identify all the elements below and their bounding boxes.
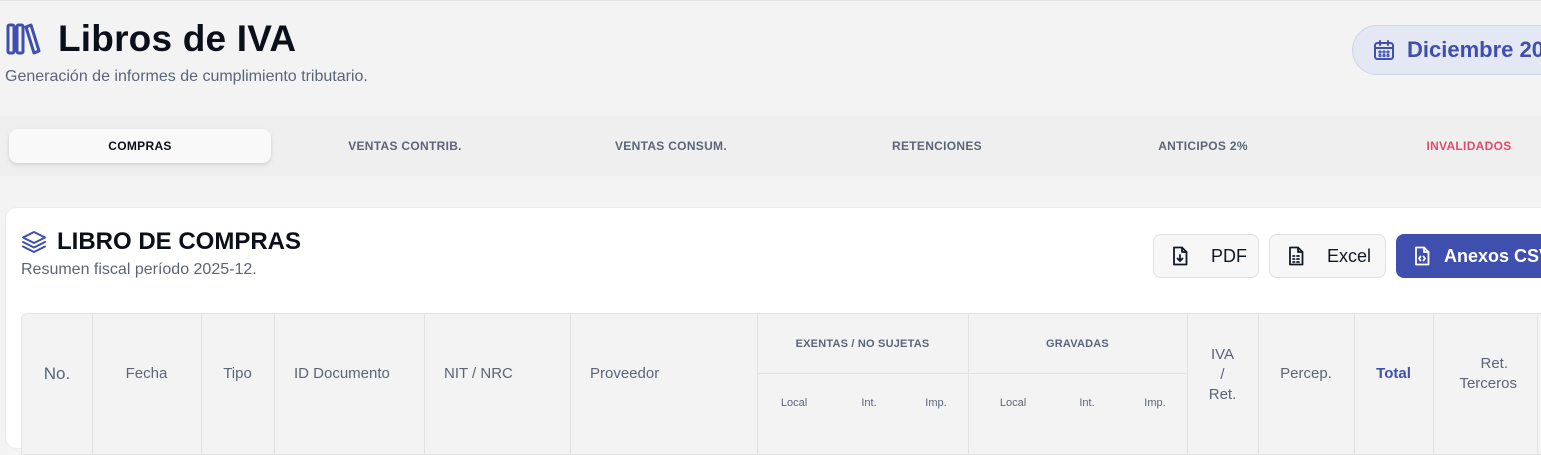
- tab-ventas-consum[interactable]: VENTAS CONSUM.: [540, 129, 802, 163]
- layers-icon: [22, 231, 46, 253]
- col-nit-nrc: NIT / NRC: [444, 365, 513, 382]
- file-code-icon: [1415, 246, 1430, 266]
- table-header: No. Fecha Tipo ID Documento NIT / NRC Pr…: [21, 313, 1541, 455]
- tab-compras[interactable]: COMPRAS: [9, 129, 271, 163]
- col-iva-ret-line3: Ret.: [1208, 386, 1237, 403]
- export-pdf-label: PDF: [1211, 245, 1247, 266]
- period-selector-button[interactable]: Diciembre 2025: [1352, 25, 1541, 75]
- col-id-documento: ID Documento: [294, 365, 390, 382]
- col-exentas-int: Int.: [861, 397, 877, 409]
- top-divider: [0, 0, 1541, 1]
- page-subtitle: Generación de informes de cumplimiento t…: [5, 68, 368, 85]
- col-iva-ret: IVA / Ret.: [1187, 342, 1258, 408]
- page-header: Libros de IVA Generación de informes de …: [5, 18, 368, 86]
- col-iva-ret-line2: /: [1220, 366, 1225, 383]
- book-tabs: COMPRAS VENTAS CONTRIB. VENTAS CONSUM. R…: [0, 116, 1541, 176]
- col-gravadas-int: Int.: [1079, 397, 1095, 409]
- export-csv-annex-button[interactable]: Anexos CSV: [1396, 234, 1541, 278]
- col-gravadas-imp: Imp.: [1144, 397, 1166, 409]
- col-percep: Percep.: [1280, 365, 1332, 382]
- card-title: LIBRO DE COMPRAS: [57, 228, 302, 255]
- export-excel-label: Excel: [1327, 245, 1372, 266]
- col-exentas-local: Local: [780, 397, 808, 409]
- card-subtitle: Resumen fiscal período 2025-12.: [21, 261, 257, 278]
- libro-compras-card: LIBRO DE COMPRAS Resumen fiscal período …: [5, 207, 1541, 455]
- col-exentas-imp: Imp.: [925, 397, 947, 409]
- export-pdf-button[interactable]: PDF: [1153, 234, 1259, 278]
- col-ret-terceros-line2: Terceros: [1459, 375, 1517, 392]
- group-gravadas: GRAVADAS: [1046, 337, 1109, 350]
- export-csv-label: Anexos CSV: [1444, 245, 1541, 266]
- period-label: Diciembre 2025: [1407, 37, 1541, 62]
- export-excel-button[interactable]: Excel: [1269, 234, 1386, 278]
- tab-retenciones[interactable]: RETENCIONES: [806, 129, 1068, 163]
- tab-ventas-contrib[interactable]: VENTAS CONTRIB.: [274, 129, 536, 163]
- group-exentas: EXENTAS / NO SUJETAS: [795, 337, 930, 350]
- col-tipo: Tipo: [223, 365, 252, 382]
- col-total: Total: [1376, 365, 1411, 382]
- file-download-icon: [1173, 246, 1188, 266]
- col-no: No.: [43, 364, 71, 383]
- col-ret-terceros: Ret. Terceros: [1433, 352, 1537, 396]
- tab-anticipos[interactable]: ANTICIPOS 2%: [1072, 129, 1334, 163]
- col-ret-terceros-line1: Ret.: [1480, 355, 1508, 372]
- page-title: Libros de IVA: [58, 18, 297, 59]
- calendar-icon: [1374, 40, 1394, 60]
- col-gravadas-local: Local: [999, 397, 1027, 409]
- col-iva-ret-line1: IVA: [1210, 346, 1235, 363]
- col-fecha: Fecha: [125, 365, 168, 382]
- file-spreadsheet-icon: [1289, 246, 1304, 266]
- col-proveedor: Proveedor: [590, 365, 660, 382]
- books-icon: [6, 23, 41, 55]
- tab-invalidados[interactable]: INVALIDADOS: [1338, 129, 1541, 163]
